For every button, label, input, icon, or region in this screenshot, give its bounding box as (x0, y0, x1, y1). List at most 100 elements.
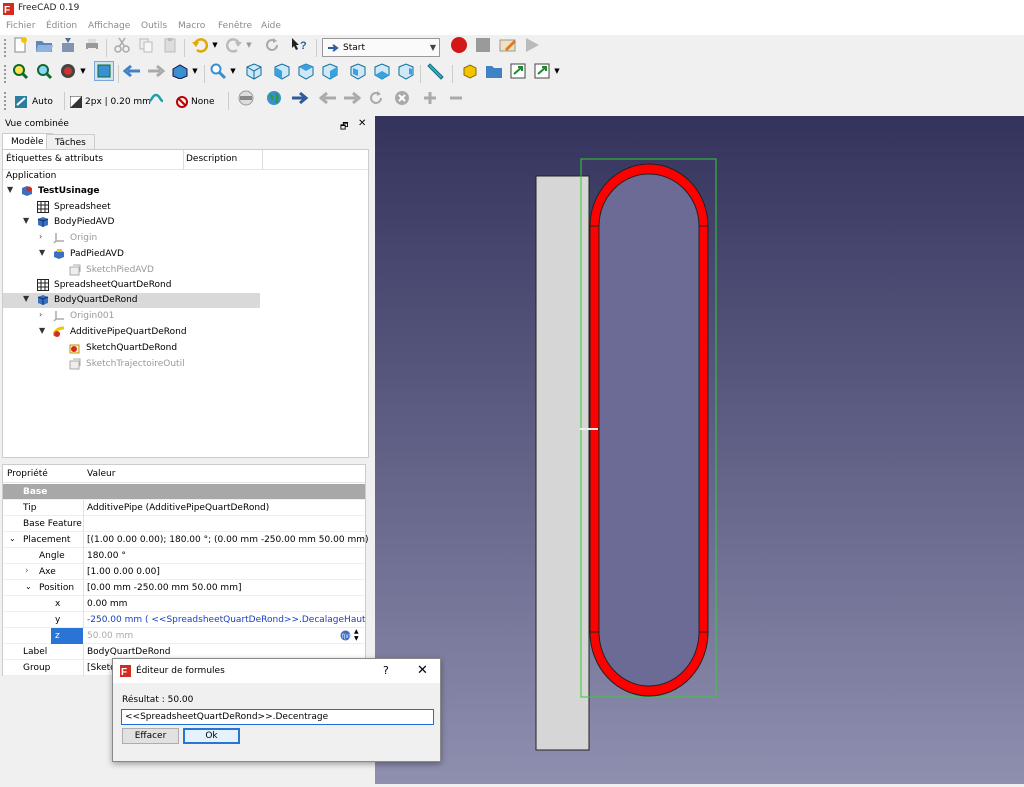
property-row-axe[interactable]: › Axe [1.00 0.00 0.00] (3, 564, 365, 580)
chevron-down-icon[interactable]: ⌄ (9, 534, 16, 543)
cut-button[interactable] (112, 35, 132, 55)
std-views-dropdown[interactable]: ▼ (190, 61, 200, 81)
link-button[interactable] (508, 61, 528, 81)
menu-edit[interactable]: Édition (46, 21, 77, 31)
chevron-right-icon[interactable]: › (39, 310, 42, 319)
copy-button[interactable] (136, 35, 156, 55)
bounding-box-toggle[interactable] (94, 61, 114, 81)
workbench-selector[interactable]: Start ▼ (322, 38, 440, 57)
menu-help[interactable]: Aide (261, 21, 281, 31)
stop-macro-button[interactable] (473, 35, 493, 55)
close-panel-icon[interactable]: ✕ (358, 118, 366, 129)
redo-button[interactable] (224, 35, 244, 55)
print-button[interactable] (82, 35, 102, 55)
chevron-down-icon[interactable]: ▼ (39, 248, 45, 257)
property-row-position[interactable]: ⌄ Position [0.00 mm -250.00 mm 50.00 mm] (3, 580, 365, 596)
tab-model[interactable]: Modèle (2, 133, 53, 150)
redo-dropdown[interactable]: ▼ (244, 35, 254, 55)
zoom-dropdown[interactable]: ▼ (228, 61, 238, 81)
chevron-down-icon[interactable]: ▼ (7, 185, 13, 194)
go-button[interactable] (290, 88, 310, 108)
draw-style-button[interactable] (58, 61, 78, 81)
create-group-button[interactable] (484, 61, 504, 81)
chevron-right-icon[interactable]: › (25, 566, 29, 576)
view-rear-button[interactable] (348, 61, 368, 81)
refresh-button[interactable] (262, 35, 282, 55)
chevron-down-icon[interactable]: ▼ (23, 294, 29, 303)
line-width-button[interactable]: 2px | 0.20 mm (70, 92, 151, 112)
view-back-button[interactable] (122, 61, 142, 81)
nav-back-button[interactable] (318, 88, 338, 108)
draw-style-dropdown[interactable]: ▼ (78, 61, 88, 81)
dialog-close-button[interactable]: ✕ (417, 663, 428, 678)
property-row-angle[interactable]: Angle 180.00 ° (3, 548, 365, 564)
toolbar-grip[interactable] (4, 39, 7, 57)
column-property[interactable]: Propriété (7, 469, 48, 479)
property-row-base-feature[interactable]: Base Feature (3, 516, 365, 532)
tree-item-additivepipequartderond[interactable]: ▼ AdditivePipeQuartDeRond (3, 325, 263, 340)
selection-filter-button[interactable]: None (176, 92, 214, 112)
chevron-down-icon[interactable]: ▼ (39, 326, 45, 335)
3d-viewport[interactable] (375, 116, 1024, 784)
zoom-button[interactable] (208, 61, 228, 81)
chevron-right-icon[interactable]: › (39, 232, 42, 241)
tree-item-spreadsheet[interactable]: Spreadsheet (3, 200, 263, 215)
paste-button[interactable] (160, 35, 180, 55)
chevron-down-icon[interactable]: ▼ (23, 216, 29, 225)
view-isometric-button[interactable] (244, 61, 264, 81)
property-value-editor[interactable]: 50.00 mm (87, 631, 133, 641)
std-views-button[interactable] (170, 61, 190, 81)
property-row-y[interactable]: y -250.00 mm ( <<SpreadsheetQuartDeRond>… (3, 612, 372, 628)
draw-style-auto-button[interactable]: Auto (14, 92, 53, 112)
nav-forward-button[interactable] (342, 88, 362, 108)
menu-tools[interactable]: Outils (141, 21, 167, 31)
view-bottom-button[interactable] (372, 61, 392, 81)
view-top-button[interactable] (296, 61, 316, 81)
view-right-button[interactable] (320, 61, 340, 81)
zoom-in-button[interactable] (420, 88, 440, 108)
tree-item-sketchquartderond[interactable]: SketchQuartDeRond (3, 341, 263, 356)
column-value[interactable]: Valeur (87, 469, 115, 479)
tree-item-origin001[interactable]: › Origin001 (3, 309, 263, 324)
open-button[interactable] (34, 35, 54, 55)
view-forward-button[interactable] (146, 61, 166, 81)
tree-item-sketchpiedavd[interactable]: SketchPiedAVD (3, 263, 263, 278)
expression-icon[interactable]: f(x) (340, 630, 351, 641)
dialog-help-button[interactable]: ? (383, 664, 389, 677)
spinbox-arrows-icon[interactable]: ▲ ▼ (354, 628, 359, 642)
reload-button[interactable] (366, 88, 386, 108)
web-button[interactable] (264, 88, 284, 108)
save-button[interactable] (58, 35, 78, 55)
ok-button[interactable]: Ok (183, 728, 240, 744)
3d-scene[interactable] (375, 116, 1024, 784)
menu-file[interactable]: Fichier (6, 21, 35, 31)
toggle-style-button[interactable] (146, 88, 166, 108)
fit-selection-button[interactable] (34, 61, 54, 81)
fit-all-button[interactable] (10, 61, 30, 81)
property-group-base[interactable]: Base (3, 484, 365, 500)
undo-dropdown[interactable]: ▼ (210, 35, 220, 55)
property-row-z[interactable]: z 50.00 mm f(x) ▲ ▼ (3, 628, 365, 644)
toolbar-grip[interactable] (4, 65, 7, 83)
tree-item-spreadsheetquartderond[interactable]: SpreadsheetQuartDeRond (3, 278, 263, 293)
link-actions-button[interactable] (532, 61, 552, 81)
column-description[interactable]: Description (186, 154, 237, 164)
tree-item-bodypiedavd[interactable]: ▼ BodyPiedAVD (3, 215, 263, 230)
tree-item-sketchtrajectoireoutil[interactable]: SketchTrajectoireOutil (3, 357, 263, 372)
column-divider[interactable] (262, 150, 263, 170)
column-divider[interactable] (183, 150, 184, 170)
edit-macro-button[interactable] (498, 35, 518, 55)
tree-item-bodyquartderond[interactable]: ▼ BodyQuartDeRond (3, 293, 260, 308)
measure-distance-button[interactable] (426, 61, 446, 81)
stop-loading-button[interactable] (392, 88, 412, 108)
formula-expression-input[interactable]: <<SpreadsheetQuartDeRond>>.Decentrage (121, 709, 434, 725)
run-macro-button[interactable] (522, 35, 542, 55)
chevron-down-icon[interactable]: ⌄ (25, 582, 32, 591)
undo-button[interactable] (190, 35, 210, 55)
tree-item-origin[interactable]: › Origin (3, 231, 263, 246)
property-row-tip[interactable]: Tip AdditivePipe (AdditivePipeQuartDeRon… (3, 500, 365, 516)
view-front-button[interactable] (272, 61, 292, 81)
tree-item-testusinage[interactable]: ▼ TestUsinage (3, 184, 263, 199)
toolbar-grip[interactable] (4, 92, 7, 110)
clear-button[interactable]: Effacer (122, 728, 179, 744)
